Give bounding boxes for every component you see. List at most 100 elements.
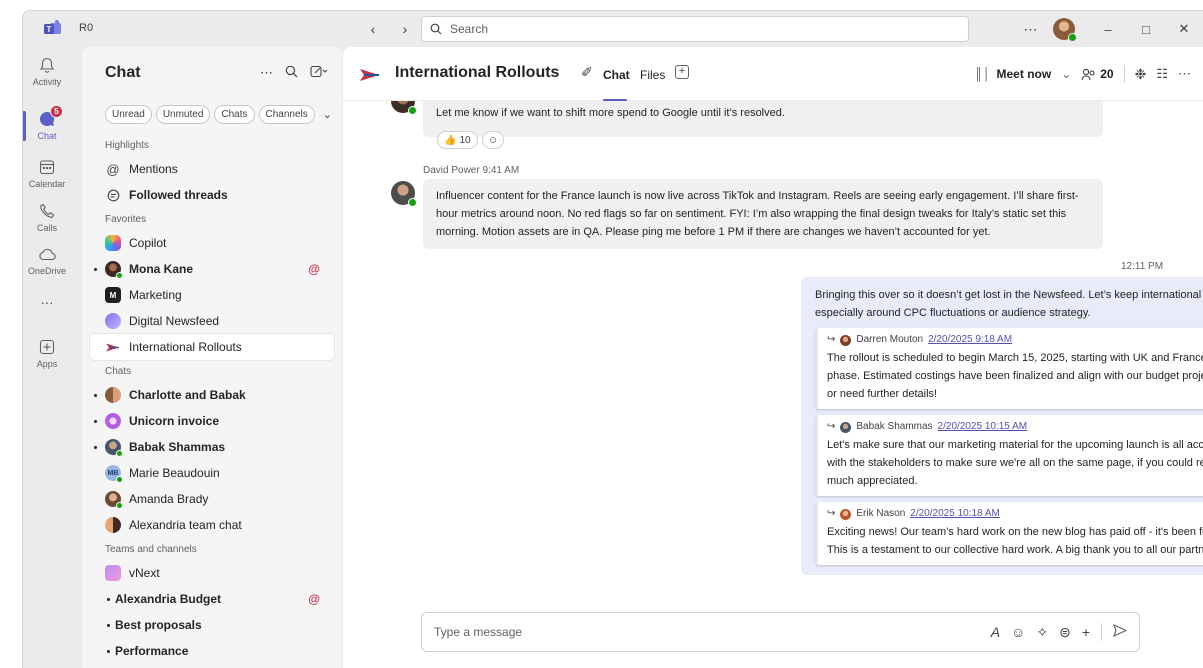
add-icon[interactable]: + <box>1082 624 1090 640</box>
rollout-plane-icon <box>105 339 121 355</box>
forward-arrow-icon: ↪ <box>827 508 836 519</box>
add-tab-icon[interactable]: + <box>675 65 689 79</box>
rail-label: Chat <box>37 131 57 141</box>
tab-chat[interactable]: Chat <box>603 68 630 82</box>
add-reaction-button[interactable]: ☺ <box>482 131 505 149</box>
copilot-icon <box>105 235 121 251</box>
rail-item-calendar[interactable]: Calendar <box>23 157 71 189</box>
divider <box>1123 65 1125 83</box>
quote-date-link[interactable]: 2/20/2025 10:18 AM <box>910 507 1000 521</box>
rail-item-chat[interactable]: 5 Chat <box>23 105 71 141</box>
more-apps-icon: ··· <box>40 295 54 310</box>
list-item-copilot[interactable]: Copilot <box>82 230 342 256</box>
filter-chats[interactable]: Chats <box>214 105 255 124</box>
mention-icon: @ <box>308 262 320 276</box>
avatar <box>840 334 852 346</box>
quote-date-link[interactable]: 2/20/2025 9:18 AM <box>928 333 1012 347</box>
rail-item-apps[interactable]: Apps <box>23 337 71 369</box>
quote-text: Exciting news! Our team's hard work on t… <box>827 526 1203 556</box>
meet-now-button[interactable]: ║│ Meet now ⌄ <box>975 67 1072 81</box>
list-item-mentions[interactable]: @ Mentions <box>82 156 342 182</box>
profile-avatar[interactable] <box>1053 18 1077 42</box>
more-options-icon[interactable]: ⋯ <box>260 65 273 81</box>
list-item-alexandria-team-chat[interactable]: Alexandria team chat <box>82 512 342 538</box>
copilot-outline-icon[interactable]: ❉ <box>1135 66 1147 83</box>
conversation-actions: ║│ Meet now ⌄ 20 ❉ ☷ ⋯ <box>975 65 1191 83</box>
filter-channels[interactable]: Channels <box>258 105 315 124</box>
more-options-icon[interactable]: ⋯ <box>1013 21 1049 38</box>
list-item-digital-newsfeed[interactable]: Digital Newsfeed <box>82 308 342 334</box>
filter-unmuted[interactable]: Unmuted <box>155 105 211 124</box>
message-text: Influencer content for the France launch… <box>436 190 1079 238</box>
list-item-marie-beaudouin[interactable]: MB Marie Beaudouin <box>82 460 342 486</box>
add-app-icon <box>37 337 57 357</box>
back-arrow-icon[interactable]: ‹ <box>363 17 383 41</box>
list-item-marketing[interactable]: M Marketing <box>82 282 342 308</box>
chat-list-pane: Chat ⋯ Unread Unmuted Chats Channels ⌄ H… <box>82 47 342 668</box>
list-item-vnext[interactable]: vNext <box>82 560 342 586</box>
rail-label: OneDrive <box>27 266 66 276</box>
forwarded-quote[interactable]: ↪ Erik Nason 2/20/2025 10:18 AM Exciting… <box>815 502 1203 565</box>
list-item-mona-kane[interactable]: Mona Kane @ <box>82 256 342 282</box>
forward-arrow-icon[interactable]: › <box>395 17 415 41</box>
rail-label: Apps <box>36 359 58 369</box>
rail-item-calls[interactable]: Calls <box>23 201 71 233</box>
meet-now-label: Meet now <box>996 67 1052 81</box>
item-label: Mona Kane <box>129 262 194 276</box>
item-label: Copilot <box>129 236 167 250</box>
close-button[interactable]: ✕ <box>1165 11 1203 47</box>
chat-list-actions: ⋯ <box>260 65 328 81</box>
rail-item-activity[interactable]: Activity <box>23 55 71 87</box>
unread-dot <box>107 598 110 601</box>
search-icon[interactable] <box>285 65 298 78</box>
loop-icon[interactable]: ⊜ <box>1059 624 1071 641</box>
marketing-team-icon: M <box>105 287 121 303</box>
tab-files[interactable]: Files <box>640 68 665 82</box>
quote-date-link[interactable]: 2/20/2025 10:15 AM <box>938 420 1028 434</box>
maximize-button[interactable]: □ <box>1127 11 1165 47</box>
avatar <box>840 508 852 520</box>
item-label: Marie Beaudouin <box>129 466 220 480</box>
item-label: Mentions <box>129 162 178 176</box>
channel-alexandria-budget[interactable]: Alexandria Budget @ <box>82 586 342 612</box>
list-item-international-rollouts[interactable]: International Rollouts <box>90 334 334 360</box>
participants-button[interactable]: 20 <box>1081 67 1114 81</box>
reaction-thumbs-up[interactable]: 👍 10 <box>437 131 478 149</box>
item-label: Digital Newsfeed <box>129 314 220 328</box>
search-input[interactable]: Search <box>421 16 969 42</box>
message-composer[interactable]: Type a message A ☺ ✧ ⊜ + <box>421 612 1140 652</box>
avatar <box>105 261 123 279</box>
minimize-button[interactable]: – <box>1089 11 1127 47</box>
new-chat-icon[interactable] <box>310 65 328 81</box>
format-icon[interactable]: A <box>991 624 1000 640</box>
item-label: Amanda Brady <box>129 492 209 506</box>
list-item-babak-shammas[interactable]: Babak Shammas <box>82 434 342 460</box>
item-label: Marketing <box>129 288 182 302</box>
channel-best-proposals[interactable]: Best proposals <box>82 612 342 638</box>
rail-item-more[interactable]: ··· <box>23 295 71 310</box>
notes-icon[interactable]: ☷ <box>1156 66 1168 82</box>
send-icon[interactable] <box>1113 623 1128 640</box>
chevron-down-icon[interactable]: ⌄ <box>323 108 332 121</box>
message-time: 9:41 AM <box>482 165 520 176</box>
list-item-followed-threads[interactable]: Followed threads <box>82 182 342 208</box>
forwarded-quote[interactable]: ↪ Darren Mouton 2/20/2025 9:18 AM The ro… <box>815 328 1203 409</box>
avatar <box>840 421 852 433</box>
svg-text:T: T <box>47 25 52 34</box>
list-item-unicorn-invoice[interactable]: Unicorn invoice <box>82 408 342 434</box>
filter-unread[interactable]: Unread <box>105 105 152 124</box>
composer-actions: A ☺ ✧ ⊜ + <box>991 623 1128 641</box>
list-item-charlotte-and-babak[interactable]: Charlotte and Babak <box>82 382 342 408</box>
emoji-icon[interactable]: ☺ <box>1011 624 1025 640</box>
rail-item-onedrive[interactable]: OneDrive <box>23 244 71 276</box>
edit-icon[interactable]: ✐ <box>581 64 593 81</box>
avatar <box>391 101 417 115</box>
copilot-rewrite-icon[interactable]: ✧ <box>1036 624 1048 641</box>
unread-dot <box>94 420 97 423</box>
mention-icon: @ <box>308 592 320 606</box>
forwarded-quote[interactable]: ↪ Babak Shammas 2/20/2025 10:15 AM Let's… <box>815 415 1203 496</box>
avatar <box>105 491 123 509</box>
list-item-amanda-brady[interactable]: Amanda Brady <box>82 486 342 512</box>
channel-performance[interactable]: Performance <box>82 638 342 664</box>
more-options-icon[interactable]: ⋯ <box>1178 66 1191 82</box>
